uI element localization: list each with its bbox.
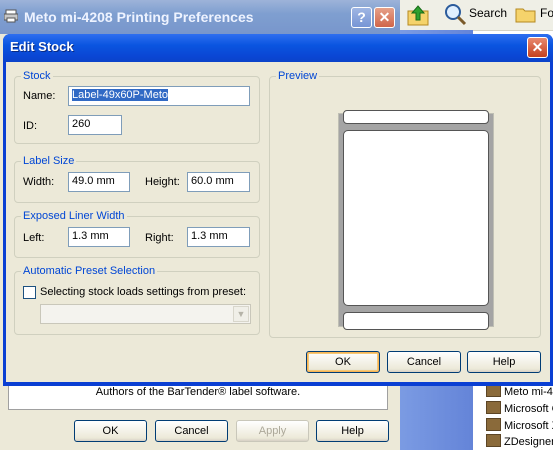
width-field[interactable]: 49.0 mm	[68, 172, 130, 192]
printer-icon	[486, 401, 501, 414]
label-size-group-label: Label Size	[21, 155, 77, 167]
height-label: Height:	[145, 176, 180, 188]
printer-list-item[interactable]: Meto mi-42	[486, 384, 553, 398]
right-field[interactable]: 1.3 mm	[187, 227, 250, 247]
label-preview-main	[343, 130, 489, 306]
dialog-title: Edit Stock	[10, 39, 74, 54]
preset-checkbox[interactable]	[23, 286, 36, 299]
authors-text: Authors of the BarTender® label software…	[95, 386, 301, 398]
liner-group-label: Exposed Liner Width	[21, 210, 127, 222]
search-icon[interactable]	[443, 2, 467, 29]
left-field[interactable]: 1.3 mm	[68, 227, 130, 247]
close-dialog-button[interactable]: ✕	[527, 37, 548, 58]
id-field[interactable]: 260	[68, 115, 122, 135]
printer-icon	[3, 9, 19, 23]
up-folder-icon[interactable]	[406, 3, 430, 30]
name-label: Name:	[23, 90, 56, 102]
preset-group	[14, 271, 260, 335]
printer-list-item[interactable]: ZDesigner	[486, 434, 553, 448]
printer-icon	[486, 434, 501, 447]
right-label: Right:	[145, 232, 174, 244]
height-field[interactable]: 60.0 mm	[187, 172, 250, 192]
bg-apply-button[interactable]: Apply	[236, 420, 309, 442]
folders-icon[interactable]	[515, 3, 537, 28]
printer-list-item[interactable]: Microsoft X	[486, 418, 553, 432]
cancel-button[interactable]: Cancel	[387, 351, 461, 373]
help-button[interactable]: Help	[467, 351, 541, 373]
preset-group-label: Automatic Preset Selection	[21, 265, 158, 277]
width-label: Width:	[23, 176, 55, 188]
preset-dropdown[interactable]: ▼	[40, 304, 251, 324]
bg-cancel-button[interactable]: Cancel	[155, 420, 228, 442]
edit-stock-titlebar	[3, 34, 553, 62]
ok-button[interactable]: OK	[306, 351, 380, 373]
bg-ok-button[interactable]: OK	[74, 420, 147, 442]
printing-preferences-title: Meto mi-4208 Printing Preferences	[24, 9, 254, 25]
preview-group-label: Preview	[276, 70, 320, 82]
label-preview-bottom	[343, 312, 489, 330]
close-title-button[interactable]: ✕	[374, 7, 395, 28]
id-label: ID:	[23, 120, 38, 132]
preset-checkbox-label[interactable]: Selecting stock loads settings from pres…	[40, 286, 246, 298]
label-preview-top	[343, 110, 489, 124]
preview-canvas	[338, 110, 494, 330]
name-field[interactable]: Label-49x60P-Meto	[68, 86, 250, 106]
folders-label[interactable]: Fo	[540, 6, 553, 20]
stock-group-label: Stock	[21, 70, 53, 82]
printer-icon	[486, 418, 501, 431]
search-label[interactable]: Search	[469, 6, 507, 20]
bg-help-button[interactable]: Help	[316, 420, 389, 442]
help-title-button[interactable]: ?	[351, 7, 372, 28]
printer-list-item[interactable]: Microsoft C	[486, 401, 553, 415]
left-label: Left:	[23, 232, 45, 244]
chevron-down-icon[interactable]: ▼	[233, 306, 249, 322]
